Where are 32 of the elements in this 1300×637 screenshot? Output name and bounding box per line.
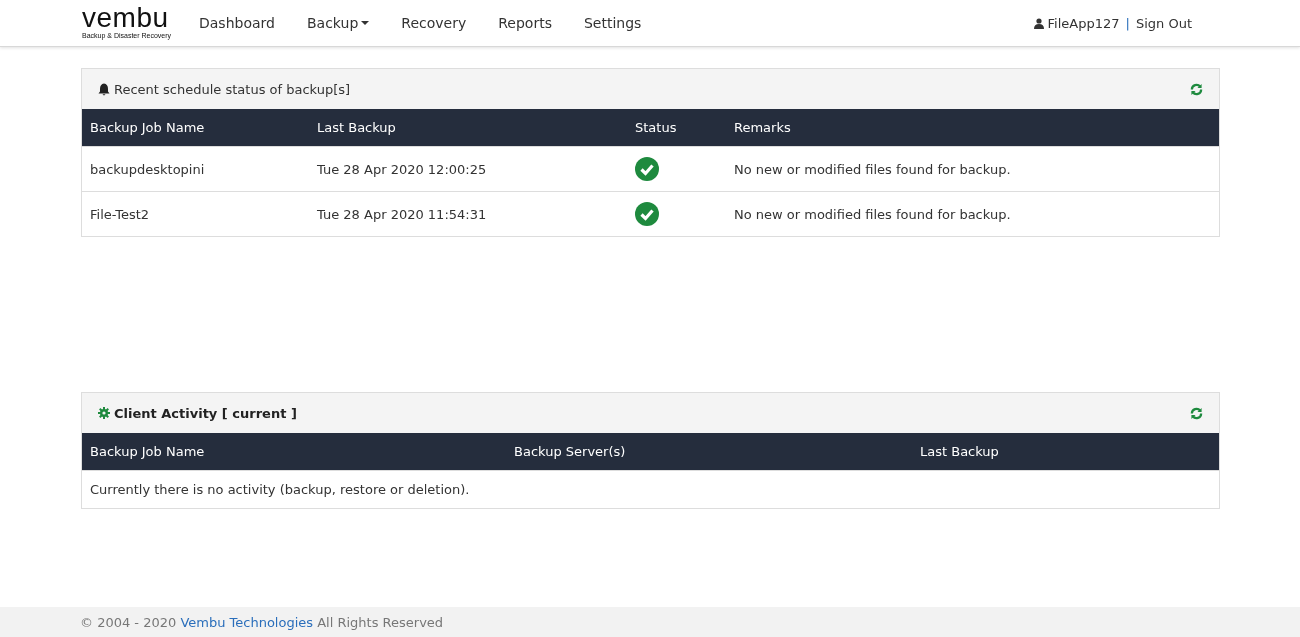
column-header: Backup Job Name [82,433,506,471]
company-link[interactable]: Vembu Technologies [180,614,314,630]
table-cell: Tue 28 Apr 2020 12:00:25 [309,146,627,192]
nav-link[interactable]: Settings [583,15,642,31]
panel-title: Client Activity [ current ] [114,405,297,421]
table-cell: File-Test2 [82,191,309,236]
caret-icon [361,21,370,25]
bell-icon [98,82,110,96]
refresh-icon[interactable] [1190,82,1203,96]
column-header: Last Backup [912,433,1219,471]
table-cell: backupdesktopini [82,146,309,192]
panel-title: Recent schedule status of backup[s] [114,81,351,97]
copyright-text: © 2004 - 2020 Vembu Technologies All Rights Reserved [80,614,444,630]
empty-message: Currently there is no activity (backup, restore or deletion). [82,470,1219,508]
nav-link[interactable]: Recovery [401,15,467,31]
username: FileApp127 [1047,15,1120,31]
gear-icon [98,407,110,419]
column-header: Status [627,109,726,147]
table-cell: Tue 28 Apr 2020 11:54:31 [309,191,627,236]
table-cell: No new or modified files found for backup. [726,146,1219,192]
column-header: Backup Server(s) [506,433,912,471]
nav-link[interactable]: Dashboard [199,15,275,31]
column-header: Remarks [726,109,1219,147]
column-header: Last Backup [309,109,627,147]
nav-link[interactable]: Backup [306,15,370,31]
nav-link[interactable]: Reports [498,15,552,31]
refresh-icon[interactable] [1190,406,1203,420]
user-icon [1033,17,1044,29]
sign-out-link[interactable]: Sign Out [1135,15,1192,31]
column-header: Backup Job Name [82,109,309,147]
table-cell: No new or modified files found for backup. [726,191,1219,236]
separator: | [1125,15,1130,31]
